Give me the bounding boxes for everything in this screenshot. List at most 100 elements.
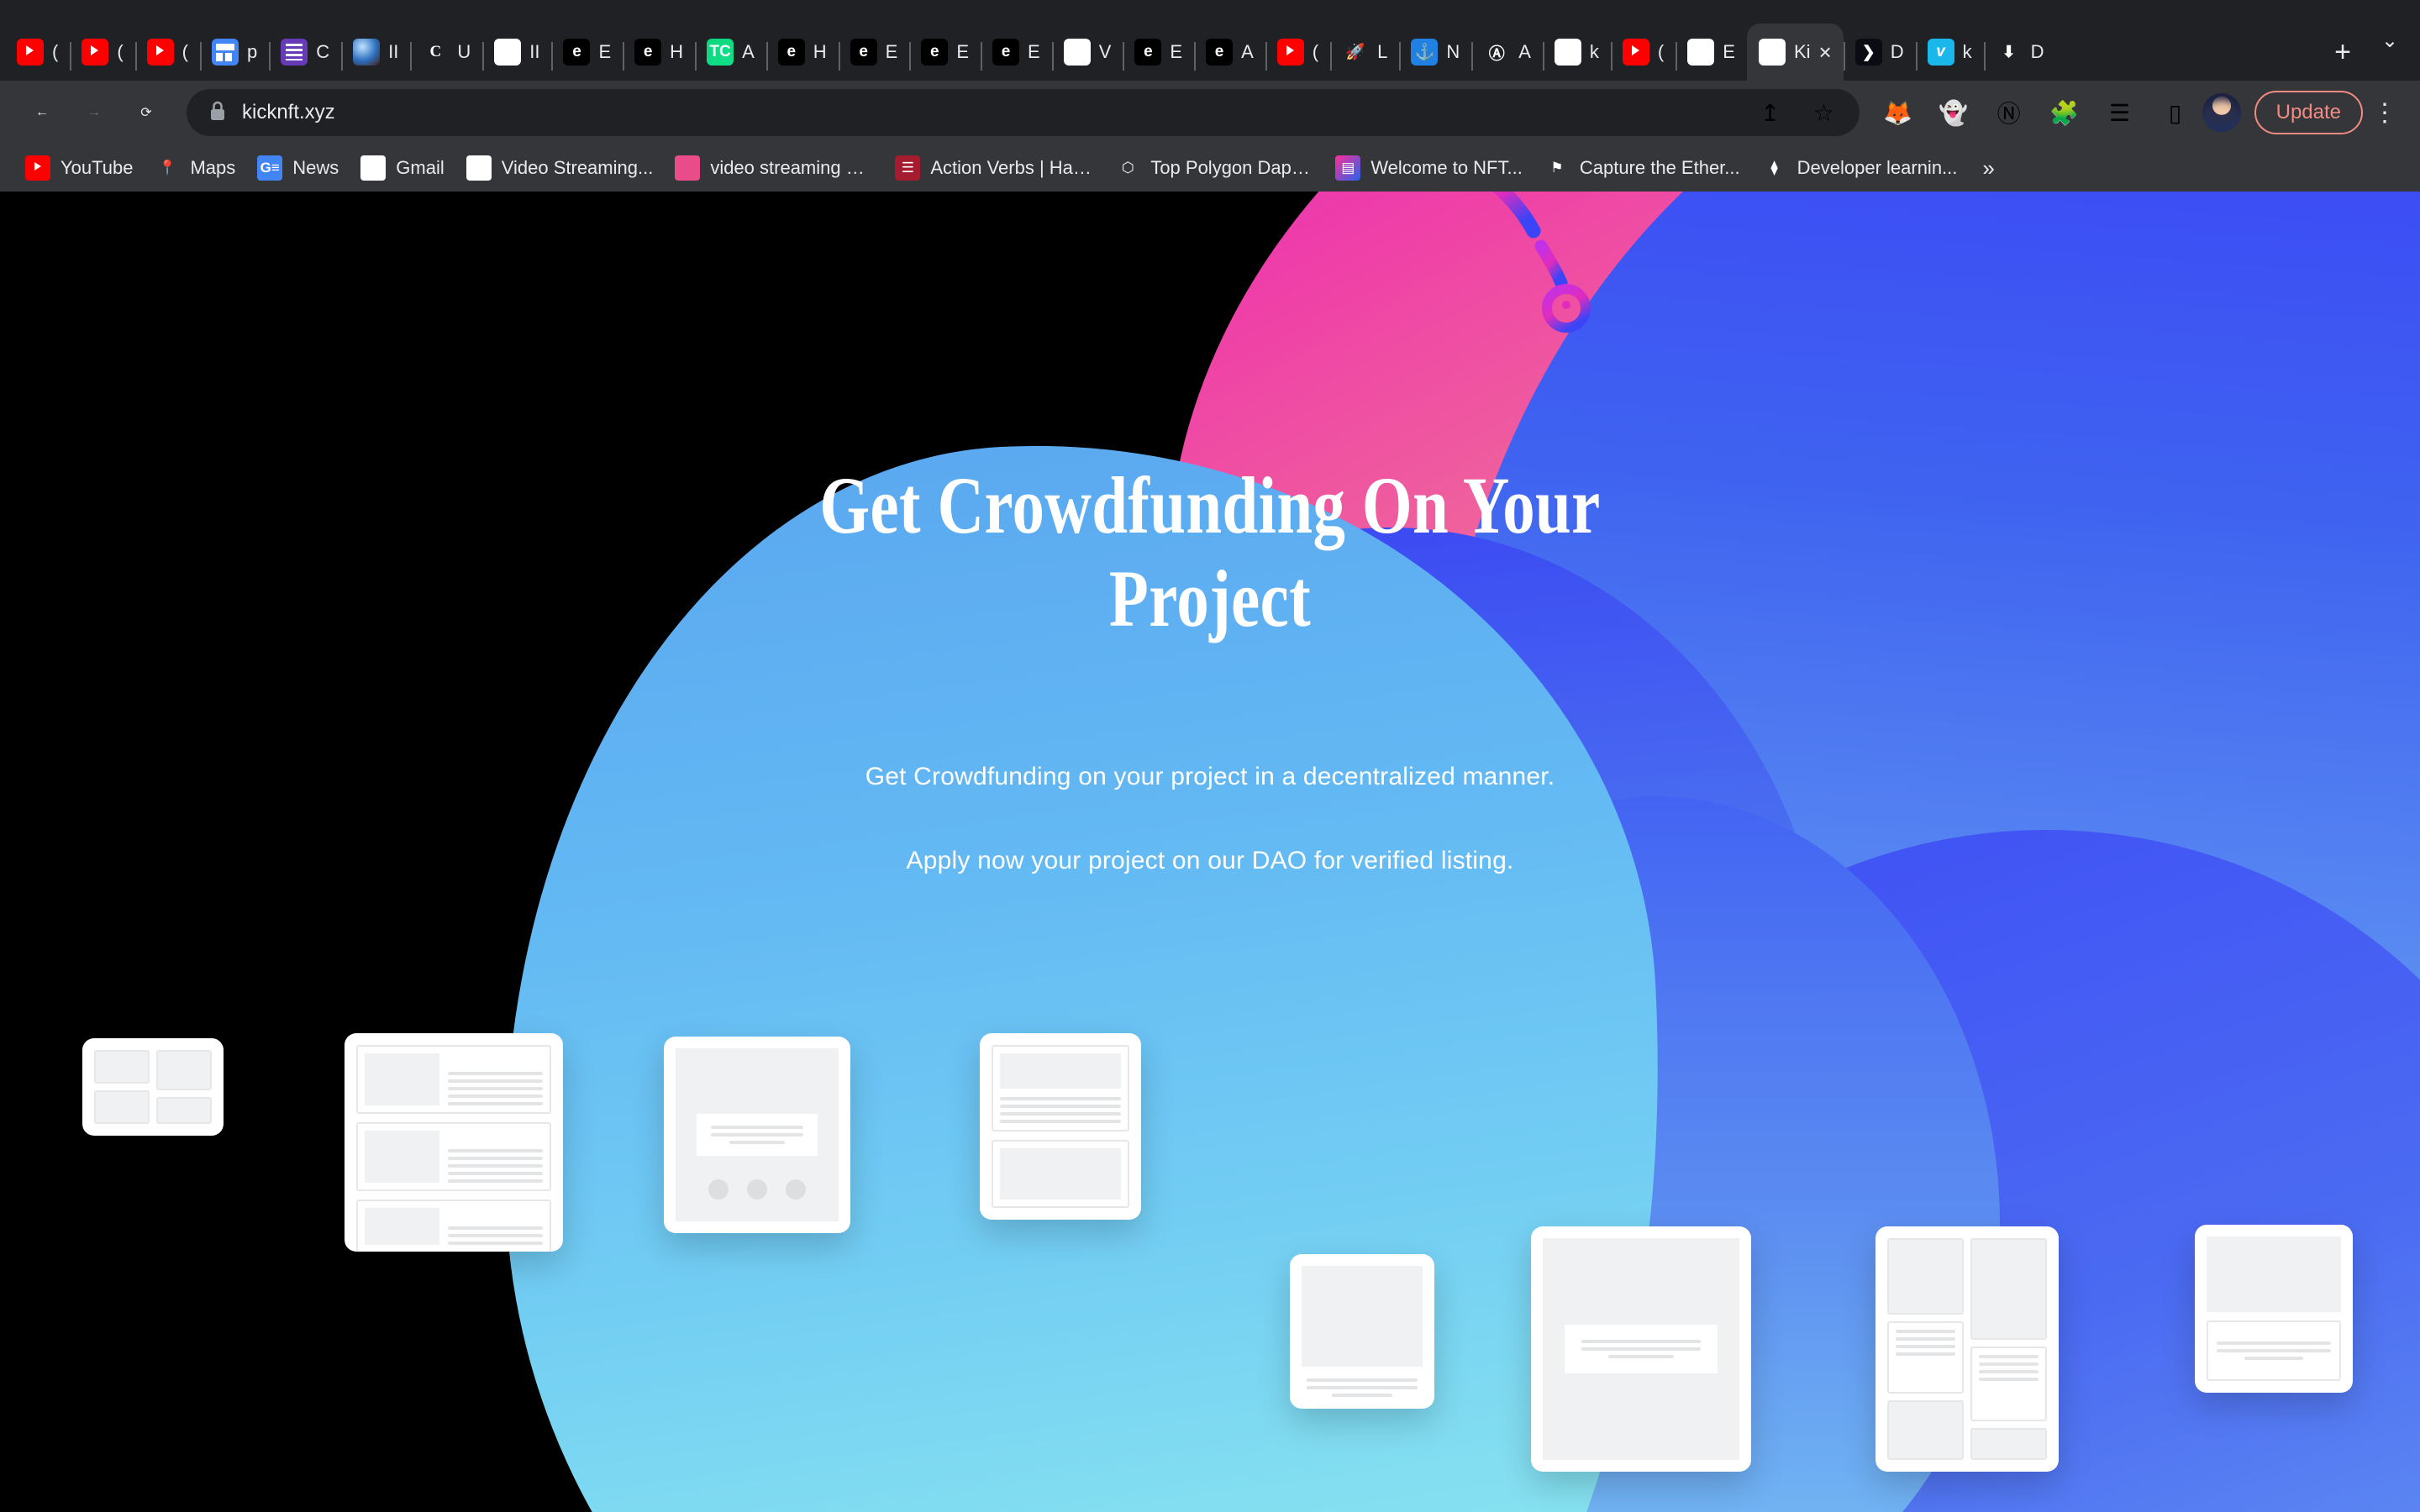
- media-playlist-icon[interactable]: ☰: [2098, 91, 2142, 134]
- tab-download-icon[interactable]: ⬇ D: [1983, 24, 2056, 81]
- tab-label: (: [1657, 41, 1665, 62]
- bookmark-video-streaming-w[interactable]: video streaming w...: [665, 150, 883, 186]
- lock-icon: [208, 100, 227, 126]
- bookmark-welcome-to-nft[interactable]: ▤ Welcome to NFT...: [1325, 150, 1533, 186]
- bookmark-label: Capture the Ether...: [1579, 157, 1740, 178]
- card-hero-dots: [664, 1037, 850, 1233]
- ethereum-dapp-icon: e: [850, 39, 877, 66]
- flag-icon: ⚑: [1550, 160, 1564, 176]
- tab-google-docs-icon[interactable]: p: [199, 24, 269, 81]
- tab-ethereum-dapp-icon[interactable]: eA: [1194, 24, 1265, 81]
- tab-opensea-icon[interactable]: ⚓ N: [1399, 24, 1471, 81]
- reload-button[interactable]: ⟳: [123, 89, 170, 136]
- notion-web-clipper-extension[interactable]: Ⓝ: [1987, 91, 2031, 134]
- bookmark-developer-learnin[interactable]: ⧫ Developer learnin...: [1752, 150, 1968, 186]
- download-icon: ⬇: [2002, 43, 2016, 61]
- tab-ethereum-dapp-icon[interactable]: eE: [909, 24, 981, 81]
- extensions-area: 🦊 👻 Ⓝ 🧩 ☰ ▯: [1876, 91, 2197, 134]
- tab-label: N: [1446, 41, 1460, 62]
- forward-button[interactable]: →: [71, 89, 118, 136]
- bookmark-gmail[interactable]: M Gmail: [350, 150, 454, 186]
- tab-vimeo-icon[interactable]: vk: [1915, 24, 1984, 81]
- tab-ethereum-dapp-icon[interactable]: eH: [765, 24, 839, 81]
- tab-gmail-icon[interactable]: M II: [482, 24, 551, 81]
- bookmark-capture-the-ether[interactable]: ⚑ Capture the Ether...: [1534, 150, 1750, 186]
- tab-ethereum-dapp-icon[interactable]: eH: [623, 24, 695, 81]
- tab-youtube-icon[interactable]: (: [134, 24, 200, 81]
- gmail-icon: M: [360, 155, 387, 181]
- share-icon[interactable]: ↥: [1749, 91, 1792, 134]
- bookmark-label: Gmail: [396, 157, 445, 178]
- tab-coursera-icon[interactable]: CU: [410, 24, 482, 81]
- bookmark-maps[interactable]: 📍 Maps: [145, 150, 245, 186]
- bookmark-youtube[interactable]: YouTube: [15, 150, 143, 186]
- tab-ethereum-dapp-icon[interactable]: eE: [1123, 24, 1194, 81]
- ethereum-dapp-icon: e: [921, 39, 949, 66]
- card-simple-text: [1290, 1254, 1434, 1409]
- card-list-rows: [345, 1033, 563, 1252]
- browser-menu-kebab-icon[interactable]: ⋮: [2368, 98, 2402, 128]
- bookmark-video-streaming[interactable]: SMART Video Streaming...: [456, 150, 664, 186]
- purple-list-icon: [281, 39, 308, 66]
- tab-label: A: [1518, 41, 1531, 62]
- metamask-extension[interactable]: 🦊: [1876, 91, 1920, 134]
- tab-github-icon[interactable]: ● k: [1542, 24, 1611, 81]
- tab-orb-icon[interactable]: II: [341, 24, 410, 81]
- tab-label: E: [1028, 41, 1040, 62]
- bookmark-star-icon[interactable]: ☆: [1802, 91, 1846, 134]
- card-image-caption: [2195, 1225, 2353, 1393]
- tab-search-chevron-down-icon[interactable]: ⌄: [2365, 0, 2415, 81]
- tab-label: E: [956, 41, 970, 62]
- bookmarks-overflow-icon[interactable]: »: [1982, 155, 1994, 181]
- tab-label: (: [52, 41, 59, 62]
- bookmark-news[interactable]: G≡ News: [247, 150, 349, 186]
- google-maps-icon: 📍: [158, 160, 177, 176]
- bookmark-label: Welcome to NFT...: [1370, 157, 1523, 178]
- tab-airbnb-icon[interactable]: Ⓐ A: [1471, 24, 1543, 81]
- bookmark-top-polygon-dapp[interactable]: ⬡ Top Polygon Dapp...: [1105, 150, 1323, 186]
- new-tab-button[interactable]: +: [2321, 30, 2365, 74]
- tab-ethereum-dapp-icon[interactable]: eE: [838, 24, 910, 81]
- bookmarks-bar: YouTube 📍 Maps G≡ News M Gmail SMART Video Strea…: [0, 144, 2420, 192]
- ethereum-dapp-icon: e: [1206, 39, 1234, 66]
- bookmark-label: video streaming w...: [710, 157, 874, 178]
- tab-ethereum-dapp-icon[interactable]: eE: [981, 24, 1052, 81]
- bookmark-list: YouTube 📍 Maps G≡ News M Gmail SMART Video Strea…: [15, 150, 1967, 186]
- tab-algorand-icon[interactable]: ▲ V: [1051, 24, 1123, 81]
- tab-label: (: [182, 41, 188, 62]
- tab-techcrunch-icon[interactable]: TC A: [695, 24, 766, 81]
- tab-label: H: [670, 41, 684, 62]
- back-button[interactable]: ←: [18, 89, 66, 136]
- tab-youtube-icon[interactable]: (: [5, 24, 70, 81]
- polygon-icon: ⬡: [1121, 160, 1134, 176]
- avatar[interactable]: [2202, 93, 2241, 132]
- tab-rocket-icon[interactable]: 🚀 L: [1330, 24, 1399, 81]
- phantom-wallet-extension[interactable]: 👻: [1932, 91, 1975, 134]
- side-panel-icon[interactable]: ▯: [2154, 91, 2197, 134]
- tab-purple-list-icon[interactable]: C: [269, 24, 341, 81]
- tab-label: H: [813, 41, 827, 62]
- address-bar[interactable]: kicknft.xyz ↥ ☆: [187, 89, 1860, 136]
- tab-youtube-icon[interactable]: (: [1610, 24, 1676, 81]
- close-icon[interactable]: ×: [1819, 41, 1832, 63]
- tab-ethereum-dapp-icon[interactable]: eE: [551, 24, 623, 81]
- tab-youtube-icon[interactable]: (: [70, 24, 134, 81]
- update-button[interactable]: Update: [2254, 91, 2363, 134]
- tab-label: E: [885, 41, 898, 62]
- tab-label: E: [1723, 41, 1735, 62]
- tab-dark-chevron-icon[interactable]: ❯ D: [1843, 24, 1916, 81]
- bookmark-label: Top Polygon Dapp...: [1150, 157, 1314, 178]
- tab-label: Ki: [1793, 41, 1811, 62]
- bookmark-action-verbs-har[interactable]: ☰ Action Verbs | Har...: [885, 150, 1103, 186]
- browser-window: (((p C II C U M II e Ee H TC Ae He Ee Ee E ▲ Ve Ee A(🚀 L ⚓ N Ⓐ A…: [0, 0, 2420, 1512]
- algorand-icon: ▲: [1063, 39, 1091, 66]
- tab-label: C: [316, 41, 330, 62]
- tab-label: k: [1589, 41, 1599, 62]
- tab-ethereum-rainbow-icon[interactable]: ◆ E: [1676, 24, 1747, 81]
- tab-kicknft-icon[interactable]: ◆ Ki ×: [1746, 24, 1844, 81]
- tab-youtube-icon[interactable]: (: [1265, 24, 1330, 81]
- youtube-icon: [1276, 39, 1304, 66]
- extensions-puzzle-icon[interactable]: 🧩: [2043, 91, 2086, 134]
- page-title: Get Crowdfunding On Your Project: [242, 459, 2178, 646]
- tab-label: (: [117, 41, 124, 62]
